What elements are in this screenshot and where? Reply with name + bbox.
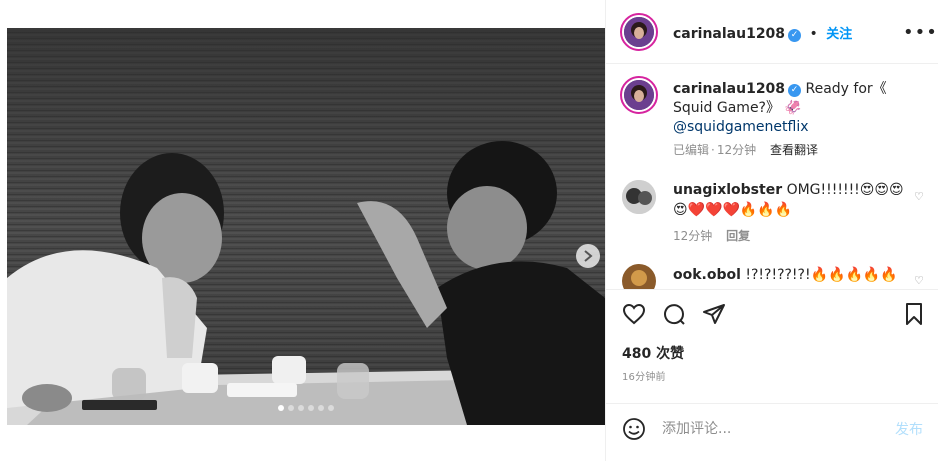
comment-username[interactable]: unagixlobster [673, 182, 782, 198]
reply-button[interactable]: 回复 [726, 229, 750, 243]
like-comment-heart-icon[interactable]: ♡ [914, 190, 924, 203]
comment-time: 12分钟 [673, 229, 713, 243]
comment-input[interactable] [662, 417, 882, 441]
carousel-dot [288, 405, 294, 411]
emoji-icon[interactable] [622, 417, 646, 441]
verified-badge-icon: ✓ [788, 84, 802, 97]
separator-dot: • [809, 26, 818, 42]
post-header: carinalau1208 ✓ • 关注 ••• [606, 0, 938, 64]
caption-time: 12分钟 [716, 143, 757, 157]
instagram-post-window: carinalau1208 ✓ • 关注 ••• carinalau1208 ✓ R… [0, 0, 938, 461]
avatar-image [624, 80, 654, 110]
comment-item: ook.obol !?!?!??!?!🔥🔥🔥🔥🔥 [673, 265, 913, 285]
more-options-icon[interactable]: ••• [903, 22, 938, 43]
carousel-dot [318, 405, 324, 411]
post-comment-button[interactable]: 发布 [895, 419, 923, 439]
likes-count[interactable]: 480 次赞 [622, 343, 684, 363]
comment-icon[interactable] [662, 302, 686, 326]
like-comment-heart-icon[interactable]: ♡ [914, 274, 924, 287]
comment-text: !?!?!??!?!🔥🔥🔥🔥🔥 [745, 267, 898, 283]
commenter-avatar[interactable] [622, 264, 656, 289]
author-username[interactable]: carinalau1208 [673, 26, 785, 42]
carousel-dot [298, 405, 304, 411]
comment-meta: 12分钟 回复 [673, 226, 913, 246]
carousel-dot [278, 405, 284, 411]
avatar-image [624, 17, 654, 47]
comment-username[interactable]: ook.obol [673, 267, 741, 283]
carousel-dot [328, 405, 334, 411]
post-caption: carinalau1208 ✓ Ready for《 Squid Game?》 🦑… [673, 80, 923, 160]
carousel-dots [278, 405, 334, 411]
post-photo[interactable] [7, 28, 605, 425]
caption-mention-link[interactable]: @squidgamenetflix [673, 119, 809, 135]
author-avatar[interactable] [620, 13, 658, 51]
chevron-right-icon [584, 250, 593, 262]
action-bar [606, 289, 938, 335]
edited-label: 已编辑 [673, 143, 710, 157]
verified-badge-icon: ✓ [788, 29, 802, 42]
caption-author-avatar[interactable] [620, 76, 658, 114]
bookmark-icon[interactable] [902, 302, 926, 326]
see-translation-button[interactable]: 查看翻译 [770, 143, 818, 157]
post-side-panel: carinalau1208 ✓ • 关注 ••• carinalau1208 ✓ R… [605, 0, 938, 461]
caption-username[interactable]: carinalau1208 [673, 81, 785, 97]
carousel-dot [308, 405, 314, 411]
comments-area[interactable]: carinalau1208 ✓ Ready for《 Squid Game?》 🦑… [606, 64, 938, 289]
caption-meta: 已编辑 · 12分钟 查看翻译 [673, 143, 818, 157]
heart-icon[interactable] [622, 302, 646, 326]
header-username-row: carinalau1208 ✓ • 关注 [673, 23, 852, 42]
commenter-avatar[interactable] [622, 180, 656, 214]
post-time-ago: 16分钟前 [622, 372, 666, 383]
share-icon[interactable] [702, 302, 726, 326]
follow-button[interactable]: 关注 [826, 27, 852, 42]
next-slide-button[interactable] [576, 244, 600, 268]
comment-item: unagixlobster OMG!!!!!!!😍😍😍😍❤️❤️❤️🔥🔥🔥 12… [673, 180, 913, 246]
add-comment-bar: 发布 [606, 403, 938, 453]
photo-scene [7, 28, 605, 425]
